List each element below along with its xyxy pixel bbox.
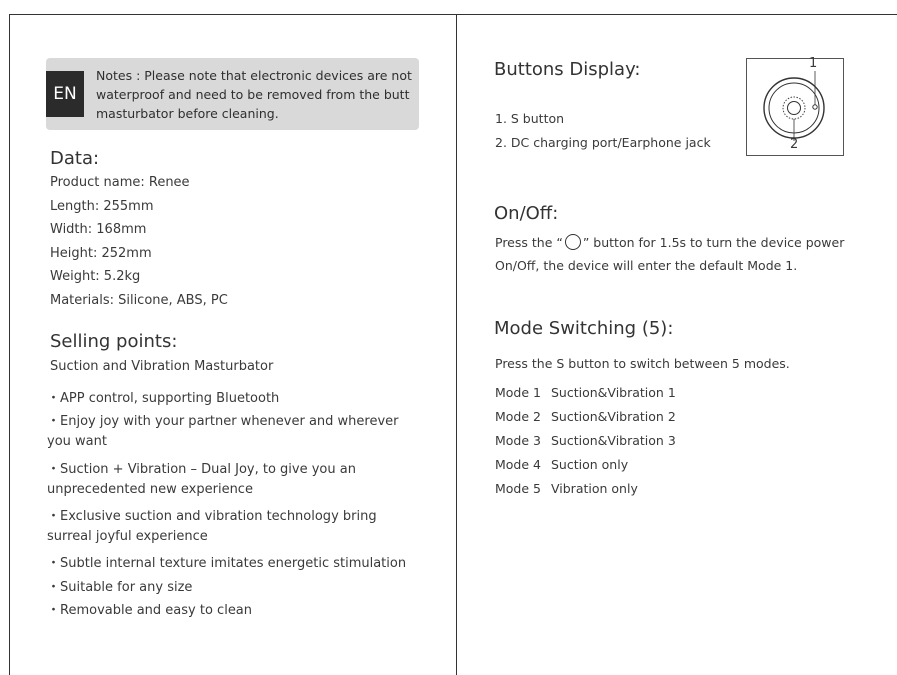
onoff-heading: On/Off: [494, 203, 559, 224]
page-border-top [9, 14, 897, 15]
mode-name: Suction&Vibration 2 [551, 409, 676, 424]
selling-point-line: unprecedented new experience [47, 482, 253, 497]
onoff-line-2: On/Off, the device will enter the defaul… [495, 258, 798, 273]
onoff-line-1: Press the “ ” button for 1.5s to turn th… [495, 234, 844, 250]
s-button [787, 101, 801, 115]
data-item: Width: 168mm [50, 222, 147, 237]
s-button-dotted-ring [782, 96, 806, 120]
data-item: Length: 255mm [50, 199, 154, 214]
buttons-display-heading: Buttons Display: [494, 59, 641, 80]
data-heading: Data: [50, 148, 100, 169]
page-border-left [9, 14, 10, 675]
button-diagram: 1 2 [746, 56, 844, 156]
selling-point-line: ・Enjoy joy with your partner whenever an… [47, 414, 399, 429]
onoff-text-pre: Press the “ [495, 234, 563, 250]
mode-row: Mode 2 Suction&Vibration 2 [495, 409, 676, 424]
selling-point-line: ・Exclusive suction and vibration technol… [47, 509, 377, 524]
language-badge: EN [46, 71, 84, 117]
notes-line: masturbator before cleaning. [96, 106, 279, 121]
power-button-icon [564, 234, 581, 250]
mode-row: Mode 4 Suction only [495, 457, 628, 472]
mode-name: Suction only [551, 457, 629, 472]
data-item: Product name: Renee [50, 175, 190, 190]
notes-line: waterproof and need to be removed from t… [96, 87, 410, 102]
mode-row: Mode 5 Vibration only [495, 481, 638, 496]
callout-2-label: 2 [790, 137, 799, 152]
selling-point-line: ・APP control, supporting Bluetooth [47, 391, 280, 406]
mode-name: Suction&Vibration 3 [551, 433, 676, 448]
selling-points-subtitle: Suction and Vibration Masturbator [50, 359, 274, 374]
column-divider [456, 14, 457, 675]
mode-switching-intro: Press the S button to switch between 5 m… [495, 356, 790, 371]
data-item: Weight: 5.2kg [50, 269, 141, 284]
mode-switching-heading: Mode Switching (5): [494, 318, 674, 339]
mode-number: Mode 5 [495, 481, 541, 496]
selling-point-line: ・Subtle internal texture imitates energe… [47, 556, 407, 571]
data-item: Materials: Silicone, ABS, PC [50, 293, 228, 308]
mode-name: Vibration only [551, 481, 638, 496]
selling-point-line: you want [47, 434, 107, 449]
charging-port [812, 104, 818, 110]
data-item: Height: 252mm [50, 246, 152, 261]
onoff-text-post: ” button for 1.5s to turn the device pow… [582, 234, 845, 250]
mode-number: Mode 1 [495, 385, 541, 400]
notes-box: EN Notes : Please note that electronic d… [46, 58, 419, 130]
selling-points-heading: Selling points: [50, 331, 178, 352]
mode-number: Mode 3 [495, 433, 541, 448]
notes-line: Notes : Please note that electronic devi… [96, 68, 412, 83]
button-item: 2. DC charging port/Earphone jack [495, 135, 711, 150]
selling-point-line: ・Suitable for any size [47, 580, 193, 595]
callout-1-label: 1 [809, 56, 818, 71]
selling-point-line: ・Removable and easy to clean [47, 603, 253, 618]
mode-number: Mode 2 [495, 409, 541, 424]
selling-point-line: surreal joyful experience [47, 529, 208, 544]
mode-name: Suction&Vibration 1 [551, 385, 676, 400]
notes-text: Notes : Please note that electronic devi… [96, 66, 414, 123]
mode-row: Mode 1 Suction&Vibration 1 [495, 385, 676, 400]
button-item: 1. S button [495, 111, 565, 126]
mode-number: Mode 4 [495, 457, 541, 472]
selling-point-line: ・Suction + Vibration – Dual Joy, to give… [47, 462, 356, 477]
mode-row: Mode 3 Suction&Vibration 3 [495, 433, 676, 448]
